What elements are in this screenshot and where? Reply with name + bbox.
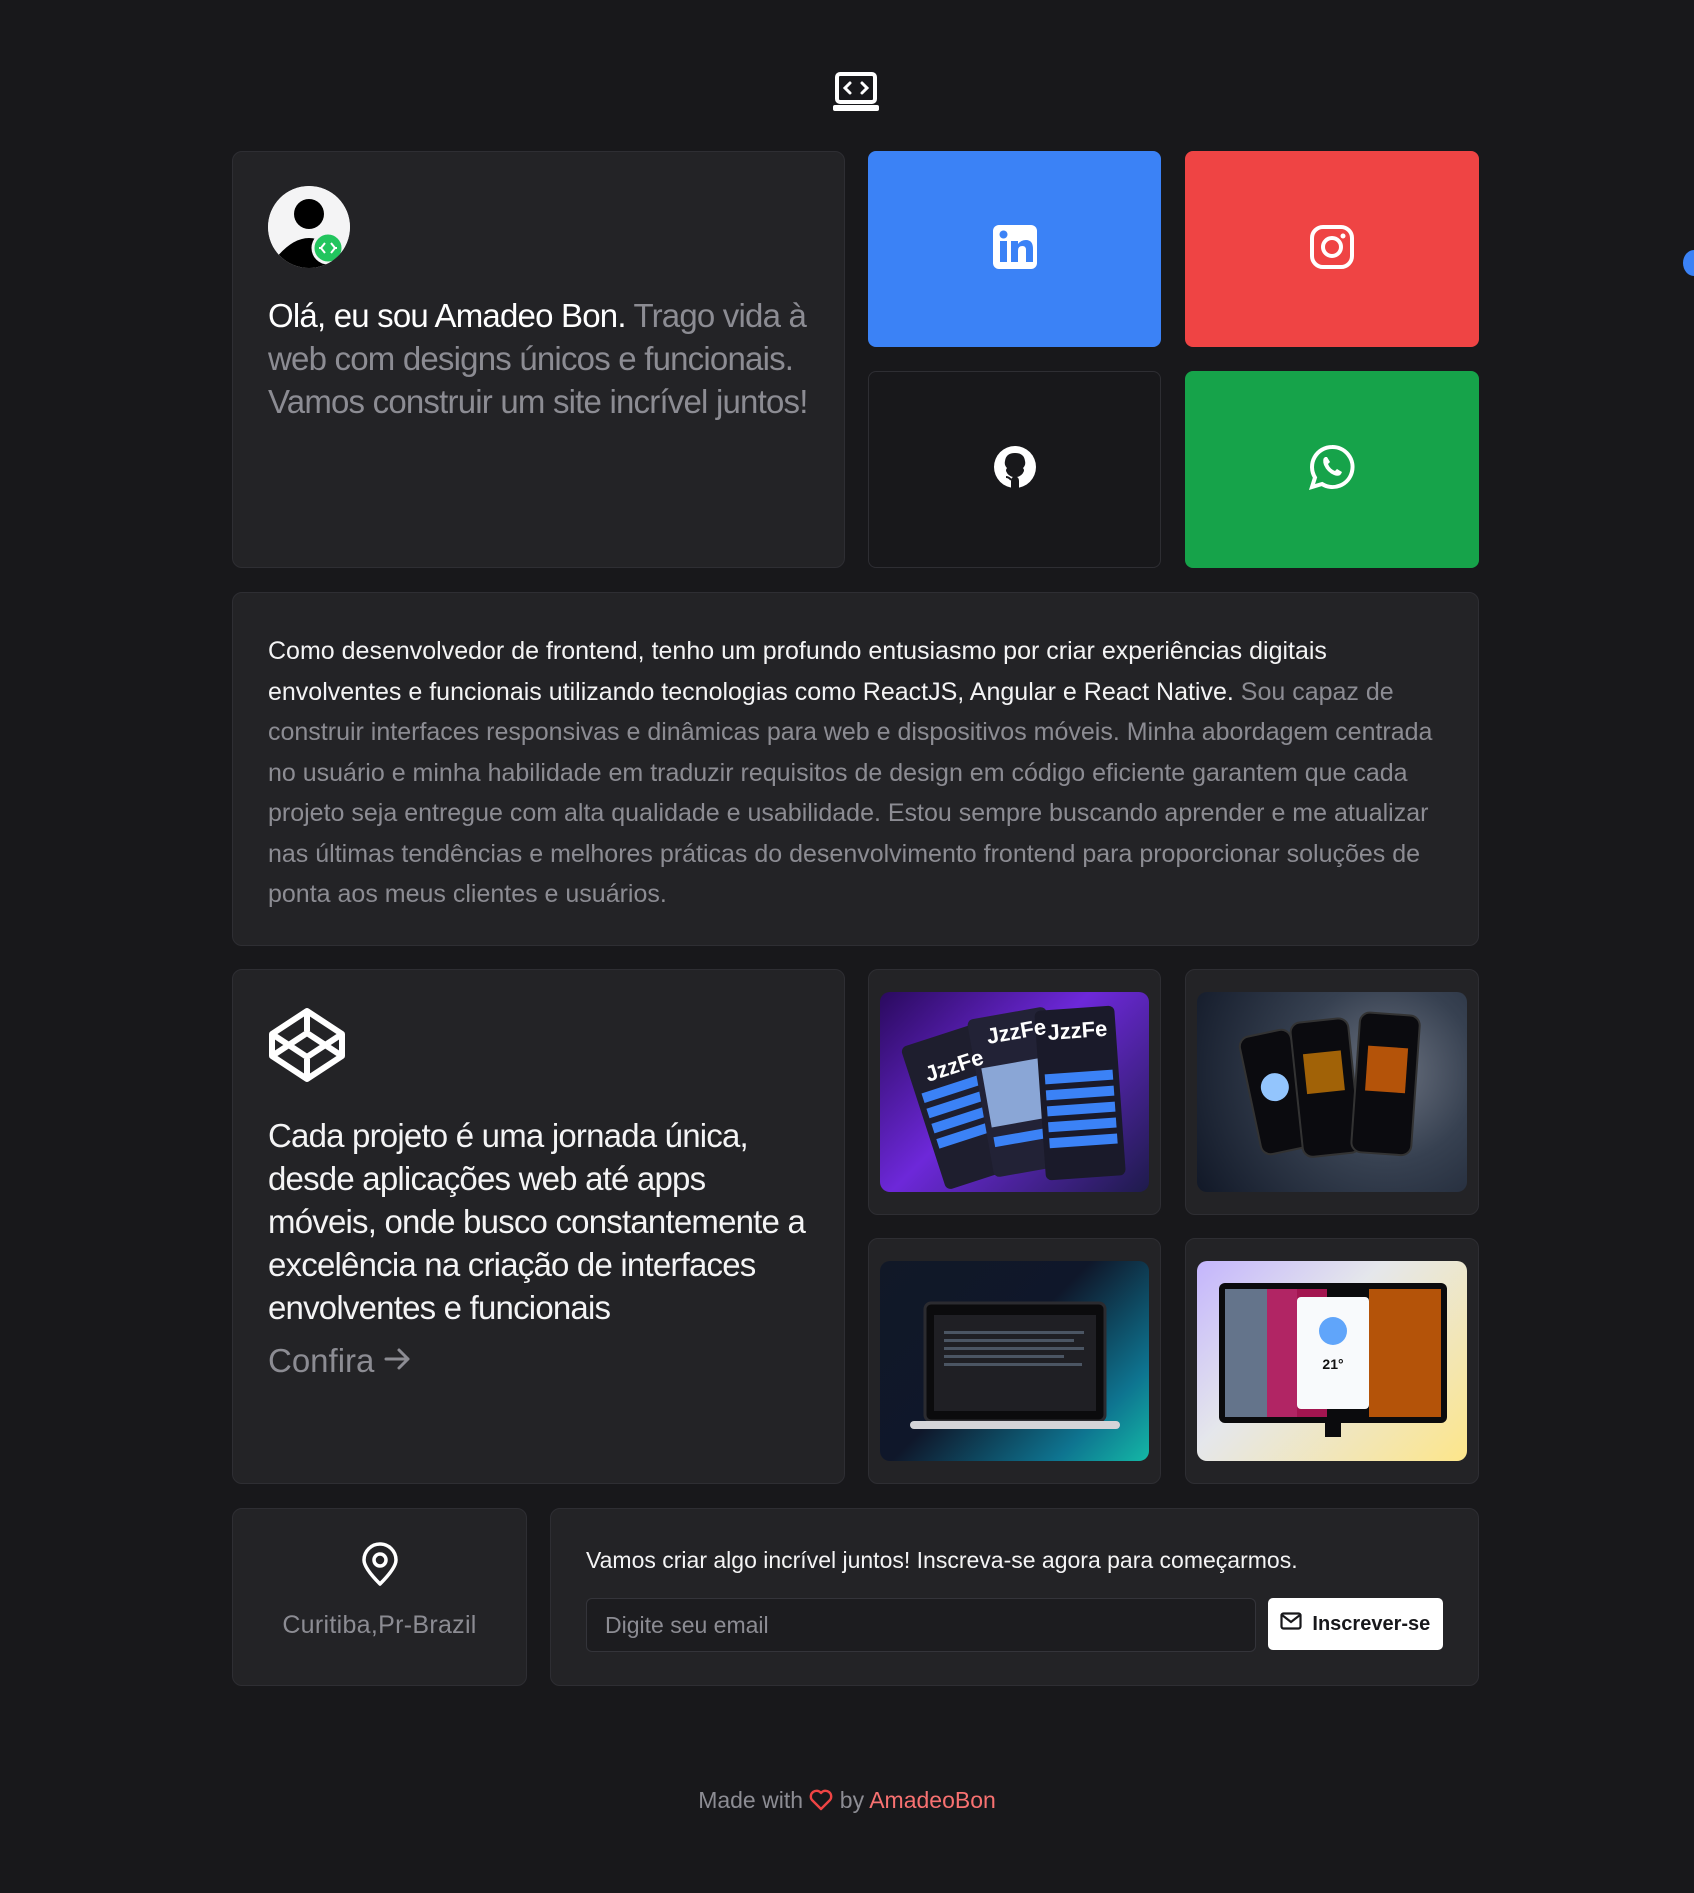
footer-middle: by bbox=[839, 1787, 865, 1813]
intro-highlight: Olá, eu sou Amadeo Bon. bbox=[268, 297, 626, 334]
project-image-weather: 21° bbox=[1197, 1261, 1467, 1461]
project-image-phones bbox=[1197, 992, 1467, 1192]
confira-label: Confira bbox=[268, 1342, 375, 1379]
location-text: Curitiba,Pr-Brazil bbox=[282, 1611, 477, 1639]
arrow-right-icon bbox=[384, 1339, 412, 1382]
subscribe-text: Vamos criar algo incrível juntos! Inscre… bbox=[586, 1547, 1298, 1573]
location-card: Curitiba,Pr-Brazil bbox=[232, 1508, 527, 1686]
about-card: Como desenvolvedor de frontend, tenho um… bbox=[232, 592, 1479, 946]
intro-card: Olá, eu sou Amadeo Bon. Trago vida à web… bbox=[232, 151, 845, 568]
project-thumb-4[interactable]: 21° bbox=[1185, 1238, 1479, 1484]
project-1-label-c: JzzFe bbox=[1047, 1016, 1109, 1045]
project-image-jazzfest: JzzFe JzzFe JzzFe bbox=[880, 992, 1149, 1192]
weather-temp: 21° bbox=[1322, 1356, 1343, 1372]
subscribe-card: Vamos criar algo incrível juntos! Inscre… bbox=[550, 1508, 1479, 1686]
about-text: Como desenvolvedor de frontend, tenho um… bbox=[268, 631, 1443, 915]
about-highlight: Como desenvolvedor de frontend, tenho um… bbox=[268, 637, 1327, 706]
confira-link[interactable]: Confira bbox=[268, 1339, 412, 1382]
linkedin-icon bbox=[992, 224, 1037, 274]
page: Olá, eu sou Amadeo Bon. Trago vida à web… bbox=[0, 0, 1694, 1893]
project-thumb-2[interactable] bbox=[1185, 969, 1479, 1215]
instagram-icon bbox=[1309, 224, 1355, 275]
heart-icon bbox=[809, 1789, 833, 1817]
footer-prefix: Made with bbox=[698, 1787, 804, 1813]
about-body: Sou capaz de construir interfaces respon… bbox=[268, 677, 1433, 909]
whatsapp-button[interactable] bbox=[1185, 371, 1479, 568]
intro-text: Olá, eu sou Amadeo Bon. Trago vida à web… bbox=[268, 294, 809, 423]
whatsapp-icon bbox=[1308, 444, 1355, 495]
linkedin-button[interactable] bbox=[868, 151, 1161, 347]
avatar bbox=[268, 186, 350, 268]
project-image-laptop bbox=[880, 1261, 1149, 1461]
mail-icon bbox=[1280, 1612, 1302, 1636]
email-field[interactable] bbox=[586, 1598, 1256, 1652]
subscribe-form: Inscrever-se bbox=[586, 1598, 1443, 1652]
footer: Made with by AmadeoBon bbox=[0, 1787, 1694, 1817]
github-icon bbox=[992, 444, 1038, 495]
projects-card: Cada projeto é uma jornada única, desde … bbox=[232, 969, 845, 1484]
project-thumb-1[interactable]: JzzFe JzzFe JzzFe bbox=[868, 969, 1161, 1215]
map-pin-icon bbox=[360, 1542, 400, 1591]
subscribe-button[interactable]: Inscrever-se bbox=[1267, 1598, 1443, 1650]
author-link[interactable]: AmadeoBon bbox=[869, 1787, 996, 1813]
laptop-code-icon[interactable] bbox=[831, 68, 881, 116]
projects-heading: Cada projeto é uma jornada única, desde … bbox=[268, 1117, 806, 1326]
github-button[interactable] bbox=[868, 371, 1161, 568]
subscribe-button-label: Inscrever-se bbox=[1312, 1612, 1431, 1635]
codepen-icon bbox=[268, 1008, 346, 1087]
project-thumb-3[interactable] bbox=[868, 1238, 1161, 1484]
floating-badge[interactable] bbox=[1683, 250, 1694, 276]
instagram-button[interactable] bbox=[1185, 151, 1479, 347]
